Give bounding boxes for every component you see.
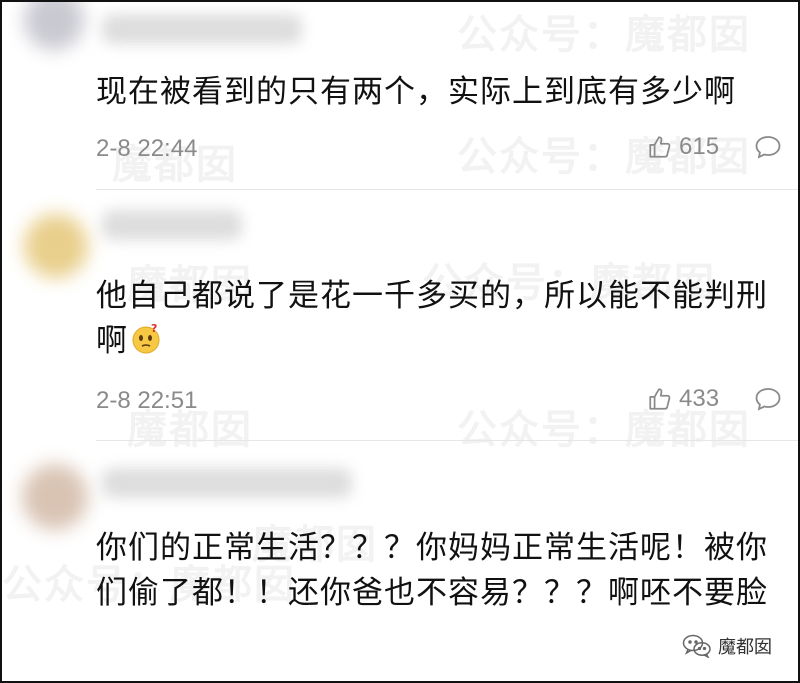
comment-text-content: 他自己都说了是花一千多买的，所以能不能判刑啊 [96,278,768,359]
comment-time: 2-8 22:44 [96,135,198,162]
comment-bubble-icon[interactable] [754,386,782,412]
comment-screenshot: 公众号：魔都囡 公众号：魔都囡 魔都囡 魔都囡 公众号：魔都囡 魔都囡 公众号：… [0,0,800,683]
like-button[interactable]: 615 [647,133,719,161]
account-badge: 魔都囡 [682,633,772,659]
thinking-face-icon: ? [130,322,162,368]
comment-bubble-icon[interactable] [754,134,782,160]
comment-item: 现在被看到的只有两个，实际上到底有多少啊 2-8 22:44 615 [2,2,798,192]
username[interactable] [102,210,242,240]
svg-text:?: ? [151,323,158,335]
like-count: 433 [679,385,720,412]
thumbs-up-icon [649,388,671,410]
divider [96,440,798,441]
comment-time: 2-8 22:51 [96,387,198,414]
thumbs-up-icon [649,136,671,158]
comment-text: 他自己都说了是花一千多买的，所以能不能判刑啊 ? [96,274,780,368]
comment-item: 他自己都说了是花一千多买的，所以能不能判刑啊 ? 2-8 22:51 433 [2,190,798,443]
avatar[interactable] [24,2,84,50]
comment-text: 现在被看到的只有两个，实际上到底有多少啊 [96,74,736,110]
username[interactable] [102,14,302,44]
like-button[interactable]: 433 [647,385,719,413]
avatar[interactable] [22,464,88,530]
like-count: 615 [679,133,720,160]
avatar[interactable] [24,214,88,278]
comment-item: 你们的正常生活？？？你妈妈正常生活呢！被你们偷了都！！还你爸也不容易？？？啊呸不… [2,442,798,681]
username[interactable] [102,468,352,498]
badge-label: 魔都囡 [718,637,772,658]
wechat-icon [682,634,711,658]
comment-text: 你们的正常生活？？？你妈妈正常生活呢！被你们偷了都！！还你爸也不容易？？？啊呸不… [96,530,768,611]
